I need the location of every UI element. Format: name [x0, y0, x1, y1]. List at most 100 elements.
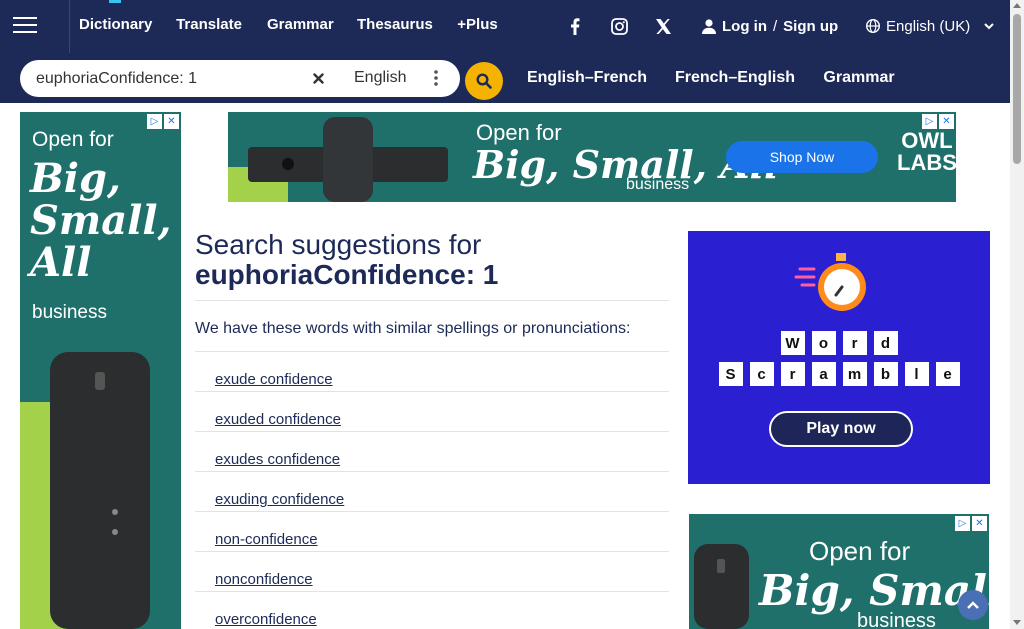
list-item: exuding confidence: [195, 471, 669, 511]
ad-choices[interactable]: ▷ ✕: [955, 516, 987, 531]
search-bar-row: English English–French French–English Gr…: [0, 53, 1010, 103]
suggestion-link[interactable]: nonconfidence: [215, 571, 313, 588]
back-to-top-button[interactable]: [958, 590, 988, 620]
letter-tile: o: [811, 331, 836, 355]
globe-icon: [866, 19, 880, 33]
suggestion-link[interactable]: overconfidence: [215, 611, 317, 628]
close-ad-icon[interactable]: ✕: [972, 516, 987, 531]
ad-headline: Open for: [32, 128, 114, 151]
searched-term: euphoriaConfidence: 1: [195, 259, 499, 290]
suggestions-intro: We have these words with similar spellin…: [195, 320, 631, 337]
letter-tile: r: [780, 362, 805, 386]
letter-tile: m: [842, 362, 867, 386]
letter-tile: e: [935, 362, 960, 386]
list-item: nonconfidence: [195, 551, 669, 591]
nav-translate[interactable]: Translate: [176, 0, 242, 53]
clear-search-button[interactable]: [305, 65, 331, 91]
search-box: English: [20, 60, 460, 97]
dictionary-select[interactable]: English: [332, 63, 452, 93]
letter-tile: c: [749, 362, 774, 386]
ad-right-lower[interactable]: ▷✕ Open for Big, Small, All business: [689, 514, 989, 629]
instagram-icon[interactable]: [605, 14, 633, 38]
suggestion-link[interactable]: exuded confidence: [215, 411, 341, 428]
search-button[interactable]: [465, 62, 503, 100]
letter-tile: S: [718, 362, 743, 386]
menu-icon[interactable]: [10, 10, 40, 40]
search-input[interactable]: [20, 60, 305, 97]
suggestion-link[interactable]: non-confidence: [215, 531, 318, 548]
ad-business-text: business: [32, 302, 107, 323]
ad-business-text: business: [857, 610, 936, 629]
tab-english-french[interactable]: English–French: [514, 62, 660, 96]
ad-big-text: Big, Small, All: [30, 158, 171, 284]
owl-labs-logo-line: OWL: [901, 128, 953, 153]
top-navigation-bar: Dictionary Translate Grammar Thesaurus +…: [0, 0, 1010, 53]
ad-choices[interactable]: ▷ ✕: [147, 114, 179, 129]
list-item: exudes confidence: [195, 431, 669, 471]
nav-plus[interactable]: +Plus: [456, 0, 499, 53]
list-item: overconfidence: [195, 591, 669, 629]
close-ad-icon[interactable]: ✕: [939, 114, 954, 129]
adchoices-icon[interactable]: ▷: [955, 516, 970, 531]
ad-choices[interactable]: ▷ ✕: [922, 114, 954, 129]
suggestions-list: exude confidence exuded confidence exude…: [195, 351, 669, 629]
owl-labs-logo-line: LABS: [897, 150, 956, 175]
camera-device-image: [228, 117, 448, 202]
speaker-device-image: [20, 352, 150, 629]
scroll-up-arrow-icon[interactable]: [1013, 3, 1021, 8]
x-icon[interactable]: [649, 14, 677, 38]
adchoices-icon[interactable]: ▷: [147, 114, 162, 129]
tab-french-english[interactable]: French–English: [663, 62, 807, 96]
ad-headline: Open for: [809, 536, 911, 566]
list-item: exuded confidence: [195, 391, 669, 431]
signup-link[interactable]: Sign up: [783, 2, 838, 52]
shop-now-button[interactable]: Shop Now: [726, 141, 878, 173]
ad-big-line: All: [30, 239, 92, 286]
play-now-button[interactable]: Play now: [769, 411, 913, 447]
stopwatch-icon: [794, 253, 866, 311]
page-title: Search suggestions for euphoriaConfidenc…: [195, 230, 669, 290]
tile-row: Scramble: [688, 362, 990, 386]
close-icon: [312, 72, 324, 84]
facebook-icon[interactable]: [561, 14, 589, 38]
nav-thesaurus[interactable]: Thesaurus: [357, 0, 433, 53]
tab-grammar[interactable]: Grammar: [810, 62, 908, 96]
chevron-down-icon: [984, 22, 994, 29]
language-label: English (UK): [886, 17, 971, 35]
login-link[interactable]: Log in: [722, 2, 767, 52]
letter-tile: l: [904, 362, 929, 386]
ad-top-banner[interactable]: ▷ ✕ Open for Big, Small, All business Sho…: [228, 112, 956, 202]
letter-tile: d: [873, 331, 898, 355]
owl-labs-logo: OWL LABS: [897, 130, 956, 174]
page-scrollbar[interactable]: [1010, 0, 1024, 629]
page-title-heading: Search suggestions for: [195, 229, 482, 260]
tile-row: Word: [688, 331, 990, 355]
nav-grammar[interactable]: Grammar: [267, 0, 334, 53]
suggestion-link[interactable]: exude confidence: [215, 371, 333, 388]
language-selector[interactable]: English (UK): [866, 15, 994, 37]
letter-tile: b: [873, 362, 898, 386]
ad-big-text: Big, Small, All: [759, 566, 989, 615]
ad-business-text: business: [626, 176, 690, 193]
divider: [195, 300, 669, 301]
list-item: exude confidence: [195, 351, 669, 391]
close-ad-icon[interactable]: ✕: [164, 114, 179, 129]
more-options-icon: [434, 70, 438, 86]
list-item: non-confidence: [195, 511, 669, 551]
ad-big-line: Small,: [30, 197, 172, 244]
account-area: Log in / Sign up: [702, 0, 838, 53]
ad-big-line: Big,: [30, 155, 121, 202]
nav-dictionary[interactable]: Dictionary: [79, 0, 152, 53]
scroll-down-arrow-icon[interactable]: [1013, 620, 1021, 625]
dictionary-select-value: English: [354, 69, 407, 86]
search-suggestions-panel: Search suggestions for euphoriaConfidenc…: [195, 230, 669, 629]
scrollbar-thumb[interactable]: [1013, 14, 1021, 164]
chevron-up-icon: [967, 601, 979, 609]
adchoices-icon[interactable]: ▷: [922, 114, 937, 129]
suggestion-link[interactable]: exuding confidence: [215, 491, 344, 508]
speaker-device-image: [694, 544, 749, 629]
header-divider: [69, 0, 70, 53]
suggestion-link[interactable]: exudes confidence: [215, 451, 340, 468]
ad-word-scramble[interactable]: Word Scramble Play now: [688, 231, 990, 484]
ad-left-skyscraper[interactable]: ▷ ✕ Open for Big, Small, All business: [20, 112, 181, 629]
